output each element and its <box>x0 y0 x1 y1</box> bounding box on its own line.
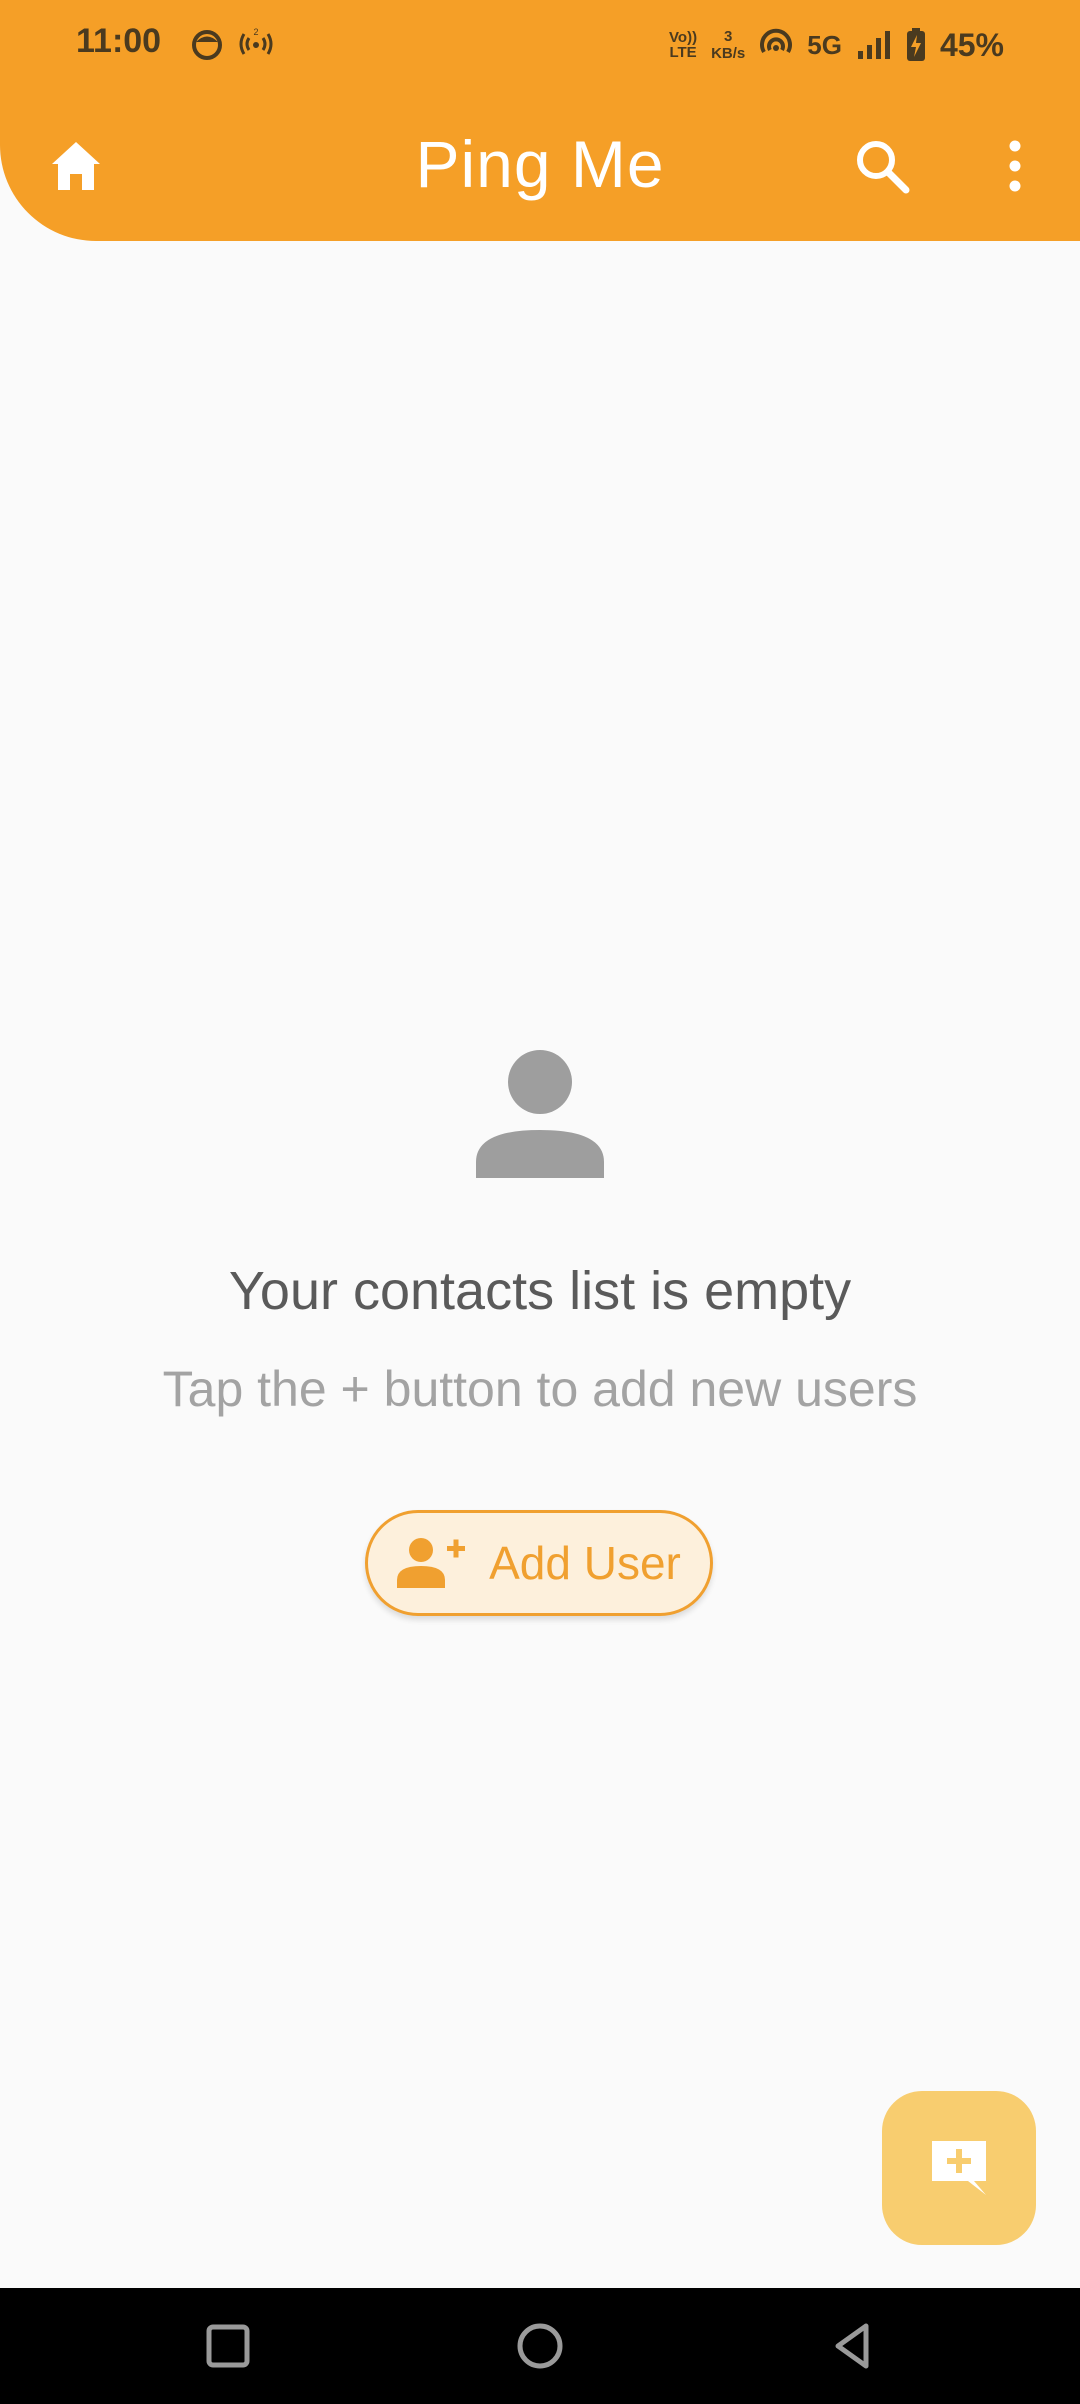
battery-percent: 45% <box>939 26 1004 63</box>
volte-indicator: Vo)) LTE <box>669 30 697 60</box>
status-bar: 11:00 2 Vo)) LTE 3 KB/s 5G 45% <box>0 0 1080 90</box>
notification-face-icon <box>192 30 222 60</box>
status-time: 11:00 <box>76 22 162 60</box>
app-bar: Ping Me <box>0 110 1080 220</box>
add-user-label: Add User <box>489 1537 681 1589</box>
person-add-icon <box>397 1538 466 1588</box>
network-type: 5G <box>807 29 842 60</box>
empty-subtitle: Tap the + button to add new users <box>162 1361 918 1417</box>
add-user-button[interactable]: Add User <box>365 1510 713 1616</box>
wifi-calling-icon <box>760 28 793 54</box>
svg-text:2: 2 <box>253 27 258 37</box>
empty-state: Your contacts list is empty Tap the + bu… <box>0 1040 1080 1418</box>
system-nav-bar <box>0 2288 1080 2404</box>
new-chat-fab[interactable] <box>882 2091 1036 2245</box>
volte-bottom-text: LTE <box>669 44 697 61</box>
net-speed: 3 KB/s <box>711 28 745 62</box>
home-circle-icon[interactable] <box>512 2318 568 2374</box>
recent-apps-icon[interactable] <box>200 2318 256 2374</box>
net-speed-value: 3 <box>724 28 733 45</box>
person-icon <box>476 1050 604 1178</box>
search-icon[interactable] <box>852 136 912 196</box>
empty-title: Your contacts list is empty <box>228 1261 852 1321</box>
header: 11:00 2 Vo)) LTE 3 KB/s 5G 45% Ping Me <box>0 0 1080 241</box>
volte-top-text: Vo)) <box>669 29 698 46</box>
more-vert-icon[interactable] <box>995 136 1035 196</box>
signal-icon <box>857 31 890 59</box>
app-title: Ping Me <box>415 127 665 201</box>
add-chat-icon <box>932 2141 986 2195</box>
hotspot-icon: 2 <box>239 27 273 55</box>
battery-charging-icon <box>906 28 925 61</box>
status-right-group: Vo)) LTE 3 KB/s 5G 45% <box>669 20 1004 70</box>
screen: 11:00 2 Vo)) LTE 3 KB/s 5G 45% Ping Me Y… <box>0 0 1080 2404</box>
net-speed-unit: KB/s <box>711 45 746 62</box>
back-icon[interactable] <box>824 2318 880 2374</box>
